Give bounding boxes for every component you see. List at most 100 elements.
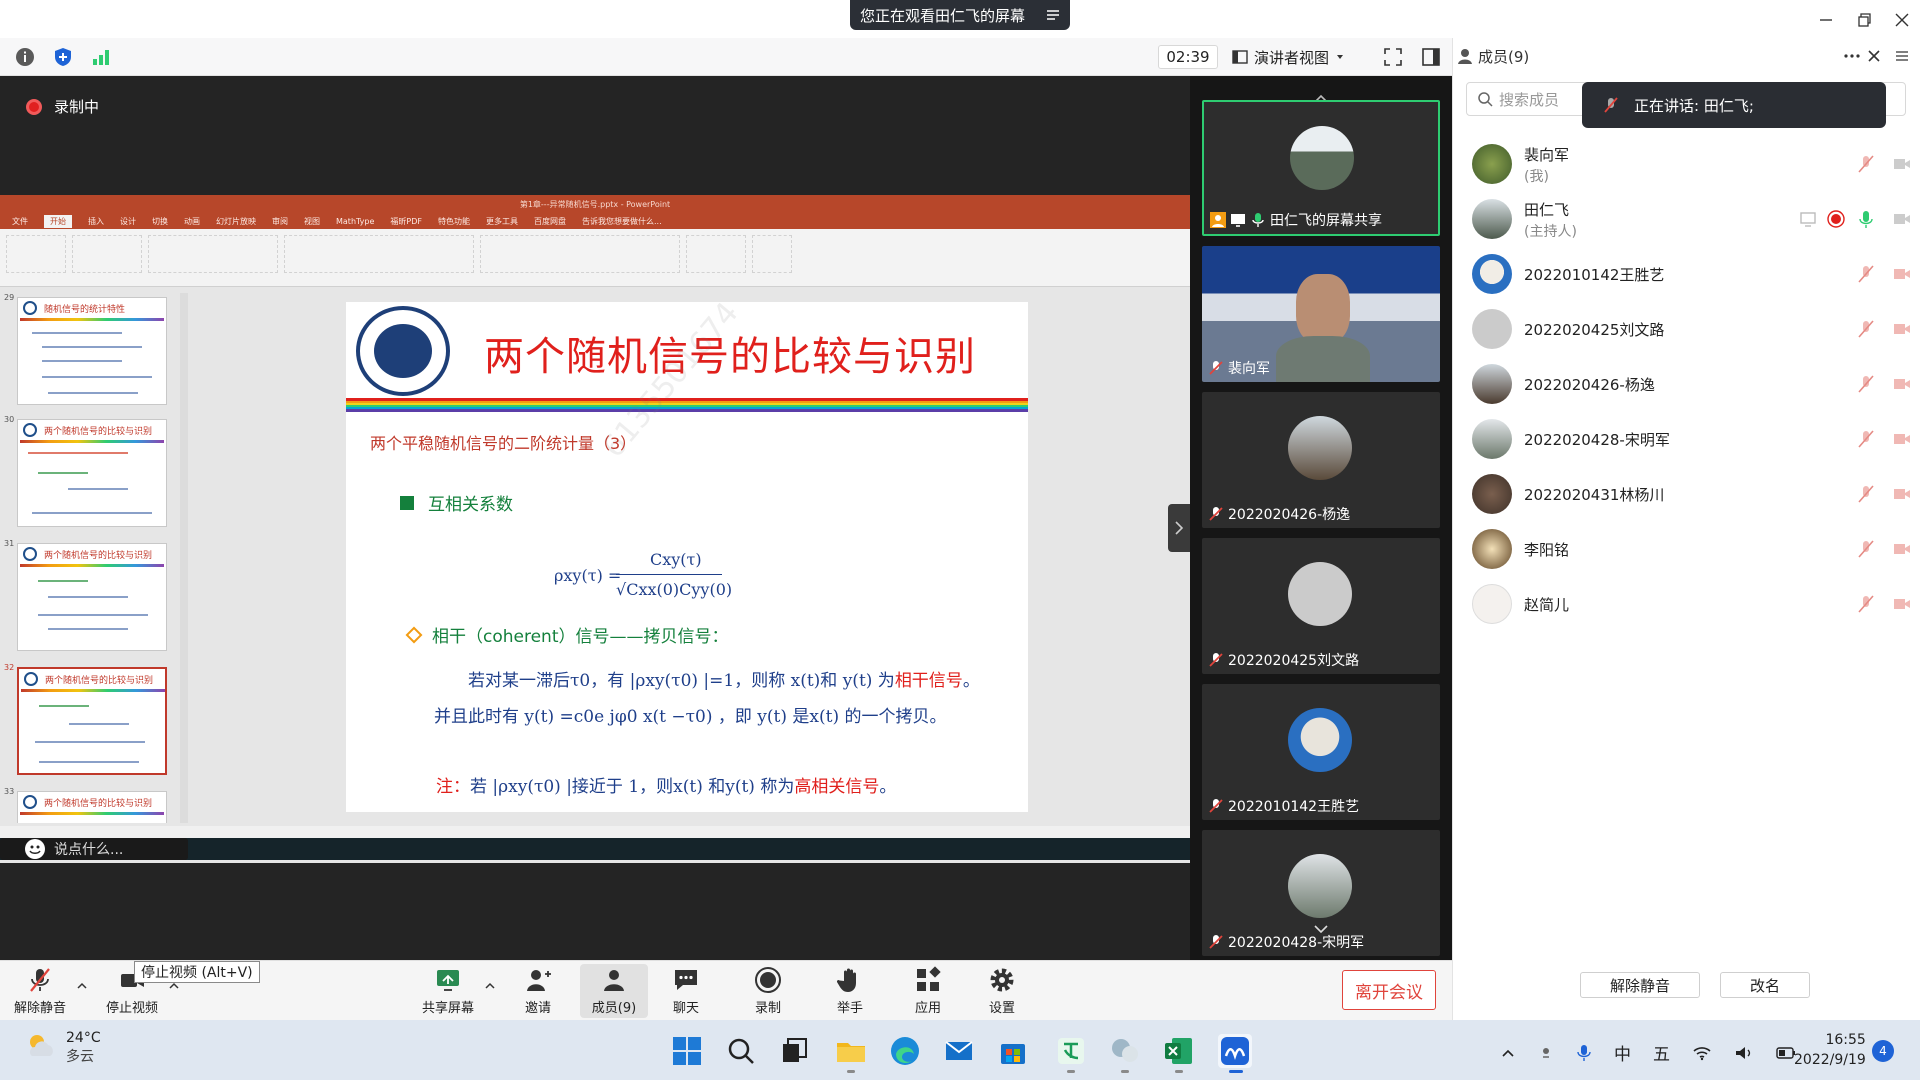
chevron-up-icon[interactable]	[168, 980, 180, 992]
edge-browser-icon[interactable]	[888, 1034, 922, 1068]
ribbon-font-group[interactable]	[148, 235, 278, 273]
ppt-tab[interactable]: 百度网盘	[534, 216, 566, 227]
ppt-tab[interactable]: 切换	[152, 216, 168, 227]
ppt-tab[interactable]: 文件	[12, 216, 28, 227]
windows-start-icon[interactable]	[670, 1034, 704, 1068]
chevron-down-icon[interactable]	[1308, 922, 1334, 936]
notification-badge[interactable]: 4	[1872, 1040, 1894, 1062]
members-button[interactable]: 成员(9)	[580, 964, 648, 1018]
chevron-up-icon[interactable]	[76, 980, 88, 992]
camera-off-icon[interactable]	[1892, 484, 1912, 504]
ppt-tab[interactable]: 更多工具	[486, 216, 518, 227]
restore-icon[interactable]	[1852, 8, 1876, 32]
ribbon-drawing-group[interactable]	[480, 235, 680, 273]
unmute-all-button[interactable]: 解除静音	[1580, 972, 1700, 998]
wechat-app-icon[interactable]	[1108, 1034, 1142, 1068]
record-button[interactable]: 录制	[736, 964, 800, 1018]
microphone-muted-icon[interactable]	[1856, 374, 1876, 394]
ribbon-clipboard-group[interactable]	[6, 235, 66, 273]
ppt-tab[interactable]: 插入	[88, 216, 104, 227]
member-row[interactable]: 2022010142王胜艺	[1472, 250, 1912, 298]
ime-mode[interactable]: 五	[1653, 1040, 1670, 1065]
member-row[interactable]: 田仁飞 (主持人)	[1472, 195, 1912, 243]
minimize-icon[interactable]	[1814, 8, 1838, 32]
location-icon[interactable]	[1538, 1045, 1554, 1061]
invite-button[interactable]: 邀请	[506, 964, 570, 1018]
volume-icon[interactable]	[1734, 1045, 1754, 1061]
file-explorer-icon[interactable]	[834, 1034, 868, 1068]
mail-icon[interactable]	[942, 1034, 976, 1068]
tencent-meeting-icon[interactable]	[1218, 1034, 1252, 1068]
task-view-icon[interactable]	[778, 1034, 812, 1068]
close-panel-icon[interactable]	[1864, 46, 1884, 66]
member-row[interactable]: 2022020431林杨川	[1472, 470, 1912, 518]
chevron-up-icon[interactable]	[1500, 1045, 1516, 1061]
microphone-muted-icon[interactable]	[1856, 429, 1876, 449]
apps-button[interactable]: 应用	[896, 964, 960, 1018]
microphone-muted-icon[interactable]	[1856, 319, 1876, 339]
microphone-muted-icon[interactable]	[1856, 594, 1876, 614]
weather-widget[interactable]: 24°C 多云	[24, 1030, 101, 1066]
system-clock[interactable]: 16:55 2022/9/19	[1794, 1030, 1866, 1070]
wifi-icon[interactable]	[1692, 1045, 1712, 1061]
unmute-button[interactable]: 解除静音	[8, 964, 72, 1018]
store-icon[interactable]	[996, 1034, 1030, 1068]
menu-icon[interactable]	[1044, 6, 1062, 24]
comment-input[interactable]: 说点什么...	[0, 838, 188, 860]
security-shield-icon[interactable]	[52, 46, 74, 68]
camera-off-icon[interactable]	[1892, 594, 1912, 614]
member-row[interactable]: 2022020426-杨逸	[1472, 360, 1912, 408]
microphone-muted-icon[interactable]	[1856, 264, 1876, 284]
member-row[interactable]: 2022020425刘文路	[1472, 305, 1912, 353]
side-panel-toggle-icon[interactable]	[1420, 46, 1442, 68]
settings-button[interactable]: 设置	[970, 964, 1034, 1018]
ime-language[interactable]: 中	[1614, 1040, 1631, 1065]
panel-menu-icon[interactable]	[1892, 46, 1912, 66]
slide-thumbnail[interactable]: 两个随机信号的比较与识别	[17, 791, 167, 823]
thumbnail-scrollbar[interactable]	[180, 293, 188, 823]
chat-button[interactable]: 聊天	[654, 964, 718, 1018]
microphone-muted-icon[interactable]	[1856, 484, 1876, 504]
search-icon[interactable]	[724, 1034, 758, 1068]
ppt-tab[interactable]: 幻灯片放映	[216, 216, 256, 227]
chevron-up-icon[interactable]	[484, 980, 496, 992]
ppt-tab[interactable]: 审阅	[272, 216, 288, 227]
slide-thumbnail[interactable]: 两个随机信号的比较与识别	[17, 543, 167, 651]
video-tile[interactable]: 2022010142王胜艺	[1202, 684, 1440, 820]
collapse-video-panel-button[interactable]	[1168, 504, 1190, 552]
ppt-tab-active[interactable]: 开始	[44, 214, 72, 228]
ppt-tell-me[interactable]: 告诉我您想要做什么...	[582, 216, 662, 227]
leave-meeting-button[interactable]: 离开会议	[1342, 970, 1436, 1010]
microphone-active-icon[interactable]	[1856, 209, 1876, 229]
video-tile[interactable]: 2022020425刘文路	[1202, 538, 1440, 674]
more-options-icon[interactable]	[1842, 48, 1862, 64]
camera-off-icon[interactable]	[1892, 429, 1912, 449]
video-tile[interactable]: 裴向军	[1202, 246, 1440, 382]
emoji-icon[interactable]	[24, 838, 46, 860]
ppt-tab[interactable]: 视图	[304, 216, 320, 227]
member-row[interactable]: 赵简儿	[1472, 580, 1912, 628]
microphone-icon[interactable]	[1576, 1044, 1592, 1062]
battery-icon[interactable]	[1776, 1046, 1796, 1060]
ribbon-editing-group[interactable]	[686, 235, 746, 273]
camera-off-icon[interactable]	[1892, 264, 1912, 284]
ppt-tab[interactable]: 动画	[184, 216, 200, 227]
dictionary-app-icon[interactable]	[1054, 1034, 1088, 1068]
close-icon[interactable]	[1890, 8, 1914, 32]
rename-button[interactable]: 改名	[1720, 972, 1810, 998]
camera-off-icon[interactable]	[1892, 539, 1912, 559]
raise-hand-button[interactable]: 举手	[818, 964, 882, 1018]
camera-off-icon[interactable]	[1892, 319, 1912, 339]
speaker-view-dropdown[interactable]: 演讲者视图	[1232, 44, 1372, 70]
slide-thumbnail-selected[interactable]: 两个随机信号的比较与识别	[17, 667, 167, 775]
slide-thumbnail[interactable]: 随机信号的统计特性	[17, 297, 167, 405]
microphone-muted-icon[interactable]	[1856, 539, 1876, 559]
fullscreen-icon[interactable]	[1382, 46, 1404, 68]
ppt-tab[interactable]: 福昕PDF	[390, 216, 422, 227]
video-tile[interactable]: 2022020428-宋明军	[1202, 830, 1440, 956]
member-row[interactable]: 李阳铭	[1472, 525, 1912, 573]
ppt-tab[interactable]: MathType	[336, 217, 374, 226]
share-screen-button[interactable]: 共享屏幕	[416, 964, 480, 1018]
camera-off-icon[interactable]	[1892, 374, 1912, 394]
viewing-banner[interactable]: 您正在观看田仁飞的屏幕	[850, 0, 1070, 30]
